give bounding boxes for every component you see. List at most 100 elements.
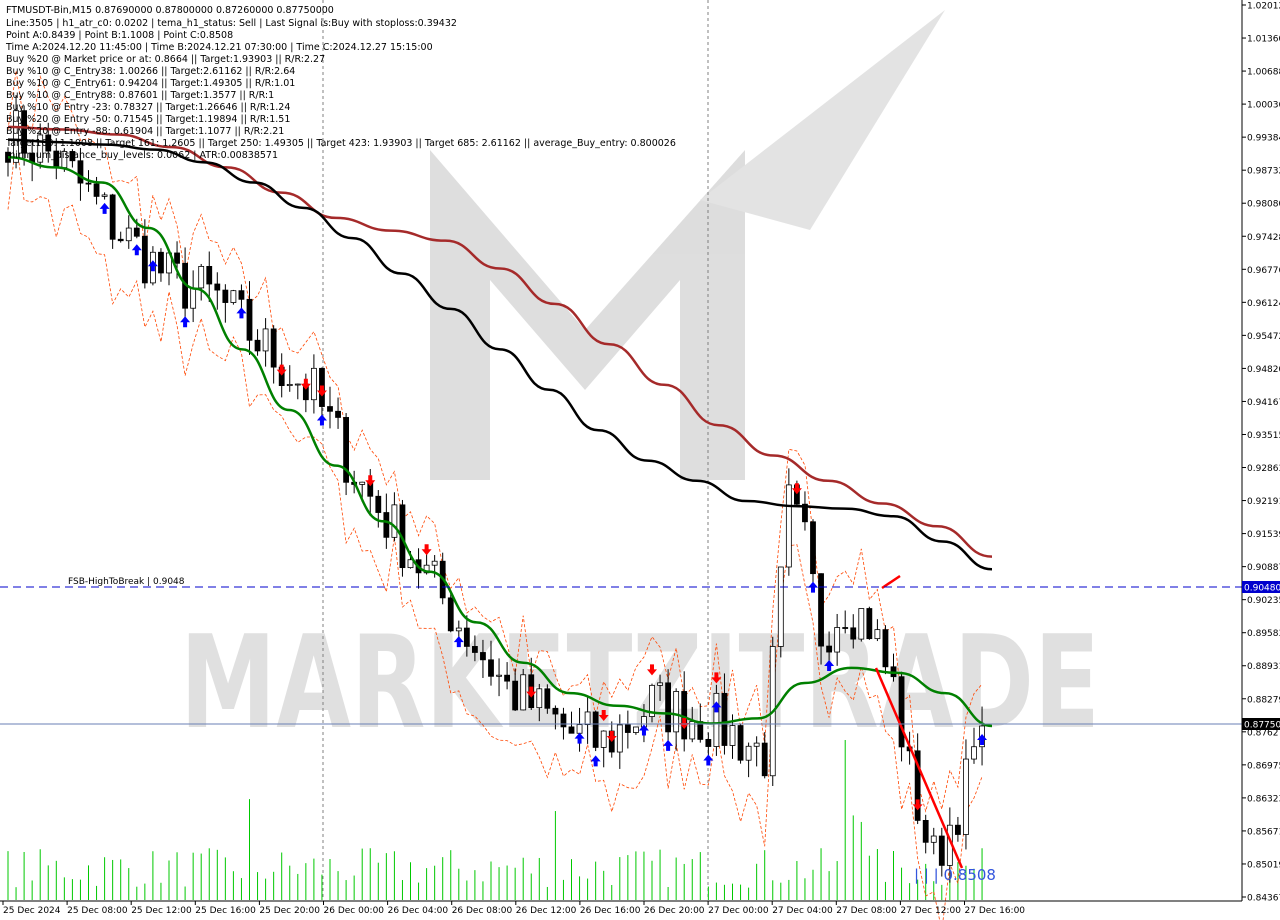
candle-body — [375, 495, 382, 513]
candle-body — [818, 573, 824, 647]
candle-body — [512, 680, 519, 711]
candle-body — [930, 835, 937, 843]
price-tick-label: 0.93515 — [1247, 431, 1280, 441]
candle-body — [141, 235, 148, 284]
price-tick-label: 0.97428 — [1247, 233, 1280, 243]
point-c-label: | | | 0.8508 — [914, 866, 996, 884]
candle-body — [431, 560, 438, 566]
candle-body — [963, 758, 969, 835]
time-tick-label: 26 Dec 16:00 — [580, 906, 641, 916]
candle-body — [552, 707, 559, 715]
candle-body — [898, 676, 905, 748]
time-tick-label: 25 Dec 08:00 — [67, 906, 128, 916]
symbol-line: FTMUSDT-Bin,M15 0.87690000 0.87800000 0.… — [6, 5, 334, 16]
info-line: Point A:0.8439 | Point B:1.1008 | Point … — [6, 30, 233, 41]
candle-body — [286, 383, 293, 387]
info-line: Line:3505 | h1_atr_c0: 0.0202 | tema_h1_… — [6, 18, 457, 29]
candle-body — [117, 238, 124, 242]
price-tick-label: 0.98732 — [1247, 167, 1280, 177]
time-tick-label: 27 Dec 16:00 — [965, 906, 1026, 916]
candle-body — [447, 597, 454, 632]
info-line: Buy %10 @ Entry -23: 0.78327 || Target:1… — [6, 102, 290, 113]
price-tick-label: 0.99384 — [1247, 134, 1280, 144]
price-tick-label: 0.88931 — [1247, 662, 1280, 672]
candle-body — [109, 194, 116, 240]
candle-body — [463, 627, 470, 647]
info-line: Time A:2024.12.20 11:45:00 | Time B:2024… — [5, 42, 433, 53]
candle-body — [214, 283, 221, 291]
time-tick-label: 25 Dec 16:00 — [195, 906, 256, 916]
time-tick-label: 26 Dec 12:00 — [516, 906, 577, 916]
candle-body — [198, 266, 205, 289]
candle-body — [246, 298, 253, 341]
candle-body — [858, 608, 865, 640]
candle-body — [721, 692, 728, 746]
candle-body — [85, 182, 92, 185]
candle-body — [238, 290, 245, 300]
watermark-text: MARKETZITRADE — [180, 609, 1100, 758]
price-tick-label: 0.94167 — [1247, 398, 1280, 408]
candle-body — [270, 328, 277, 368]
candle-body — [560, 713, 567, 728]
candle-body — [810, 521, 816, 575]
candle-body — [882, 629, 889, 668]
candle-body — [673, 691, 680, 733]
time-tick-label: 26 Dec 00:00 — [324, 906, 385, 916]
price-tick-label: 0.85019 — [1247, 860, 1280, 870]
price-chart[interactable]: MARKETZITRADE FSB-HighToBreak | 0.9048 |… — [0, 0, 1280, 920]
candle-body — [834, 627, 841, 653]
price-tick-label: 0.98080 — [1247, 200, 1280, 210]
candle-body — [850, 627, 857, 640]
info-line: Buy %20 @ Market price or at: 0.8664 || … — [6, 54, 325, 65]
candle-body — [504, 674, 511, 682]
candle-body — [190, 287, 197, 309]
candle-body — [496, 674, 502, 677]
time-tick-label: 25 Dec 2024 — [3, 906, 61, 916]
time-tick-label: 27 Dec 12:00 — [900, 906, 961, 916]
candle-body — [938, 835, 945, 866]
price-tick-label: 0.94820 — [1247, 365, 1280, 375]
candle-body — [737, 725, 744, 761]
price-tick-label: 0.86323 — [1247, 794, 1280, 804]
candle-body — [971, 746, 977, 760]
candle-body — [616, 724, 623, 753]
fsb-price-tag: 0.90480 — [1244, 584, 1280, 594]
price-tick-label: 0.88279 — [1247, 695, 1280, 705]
candle-body — [133, 227, 140, 237]
time-tick-label: 27 Dec 00:00 — [708, 906, 769, 916]
candle-body — [842, 627, 849, 629]
candle-body — [158, 251, 164, 274]
candle-body — [600, 730, 607, 748]
time-tick-label: 26 Dec 20:00 — [644, 906, 705, 916]
candle-body — [753, 742, 760, 747]
candle-body — [568, 726, 575, 734]
time-tick-label: 27 Dec 08:00 — [836, 906, 897, 916]
candle-body — [745, 745, 752, 761]
candle-body — [77, 160, 84, 184]
candle-body — [174, 252, 180, 264]
candle-body — [633, 726, 639, 733]
candle-body — [294, 383, 301, 386]
candle-body — [359, 481, 366, 485]
price-tick-label: 0.90235 — [1247, 596, 1280, 606]
info-line: Buy %10 @ C_Entry61: 0.94204 || Target:1… — [6, 78, 295, 89]
price-tick-label: 1.00688 — [1247, 68, 1280, 78]
price-tick-label: 0.92191 — [1247, 497, 1280, 507]
candle-body — [785, 484, 792, 568]
candle-body — [383, 512, 390, 538]
candle-body — [729, 725, 736, 746]
time-tick-label: 26 Dec 08:00 — [452, 906, 513, 916]
price-tick-label: 0.95472 — [1247, 332, 1280, 342]
candle-body — [480, 652, 486, 661]
price-tick-label: 1.00036 — [1247, 101, 1280, 111]
candle-body — [592, 711, 599, 748]
candle-body — [101, 194, 108, 197]
candle-body — [206, 266, 213, 285]
candle-body — [576, 724, 583, 734]
candle-body — [254, 339, 261, 352]
candle-body — [125, 227, 132, 242]
price-tick-label: 0.85671 — [1247, 827, 1280, 837]
candle-body — [407, 559, 414, 569]
candle-body — [488, 659, 494, 677]
time-tick-label: 26 Dec 04:00 — [388, 906, 449, 916]
